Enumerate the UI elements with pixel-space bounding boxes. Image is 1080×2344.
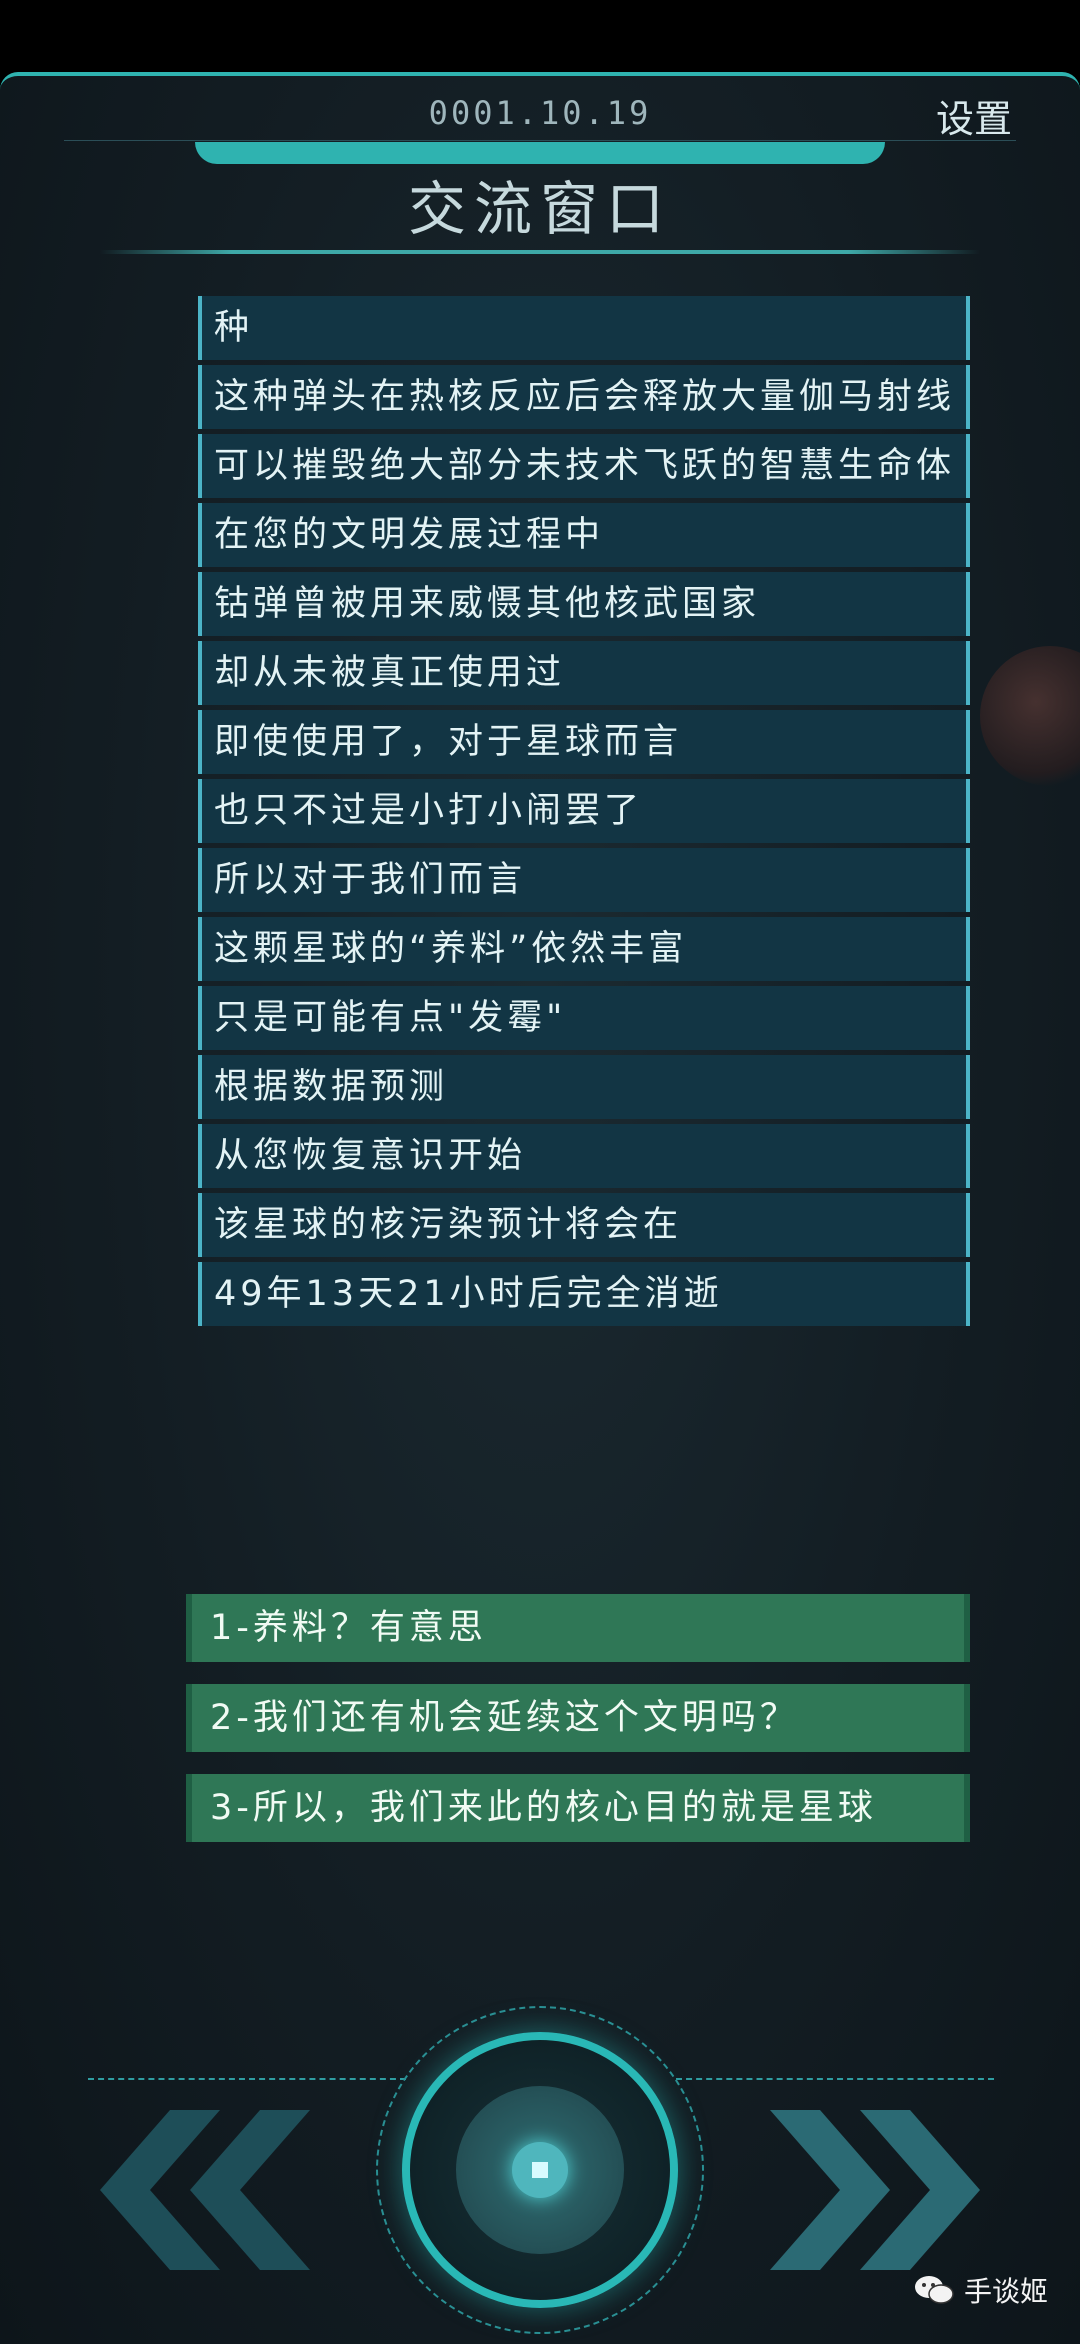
dialogue-line: 却从未被真正使用过 <box>198 641 970 705</box>
dialogue-line: 这颗星球的“养料”依然丰富 <box>198 917 970 981</box>
dialogue-line: 钴弹曾被用来威慑其他核武国家 <box>198 572 970 636</box>
dialogue-line: 可以摧毁绝大部分未技术飞跃的智慧生命体 <box>198 434 970 498</box>
double-chevron-right-icon[interactable] <box>760 2110 980 2270</box>
page-title: 交流窗口 <box>407 175 672 243</box>
title-divider <box>100 250 980 254</box>
choice-options: 1-养料？有意思 2-我们还有机会延续这个文明吗？ 3-所以，我们来此的核心目的… <box>186 1594 970 1842</box>
game-date: 0001.10.19 <box>428 94 652 132</box>
dialogue-line: 该星球的核污染预计将会在 <box>198 1193 970 1257</box>
choice-option-3[interactable]: 3-所以，我们来此的核心目的就是星球 <box>186 1774 970 1842</box>
header-divider <box>64 140 1016 141</box>
dialogue-line: 这种弹头在热核反应后会释放大量伽马射线 <box>198 365 970 429</box>
dialogue-line: 即使使用了，对于星球而言 <box>198 710 970 774</box>
watermark-text: 手谈姬 <box>964 2275 1049 2308</box>
dialogue-log[interactable]: 种 这种弹头在热核反应后会释放大量伽马射线 可以摧毁绝大部分未技术飞跃的智慧生命… <box>198 296 970 1326</box>
right-dashed-line <box>676 2078 994 2080</box>
dialogue-line: 只是可能有点"发霉" <box>198 986 970 1050</box>
left-dashed-line <box>88 2078 406 2080</box>
settings-button[interactable]: 设置 <box>936 88 1012 143</box>
dialogue-line: 种 <box>198 296 970 360</box>
dialogue-line: 所以对于我们而言 <box>198 848 970 912</box>
dialogue-line: 在您的文明发展过程中 <box>198 503 970 567</box>
choice-option-2[interactable]: 2-我们还有机会延续这个文明吗？ <box>186 1684 970 1752</box>
dialogue-line: 从您恢复意识开始 <box>198 1124 970 1188</box>
watermark: 手谈姬 <box>914 2270 1048 2310</box>
core-square-icon <box>532 2162 548 2178</box>
dialogue-line: 49年13天21小时后完全消逝 <box>198 1262 970 1326</box>
choice-option-1[interactable]: 1-养料？有意思 <box>186 1594 970 1662</box>
background-planet <box>980 646 1080 786</box>
panel-top-cap <box>195 142 885 164</box>
dialogue-line: 也只不过是小打小闹罢了 <box>198 779 970 843</box>
dialogue-line: 根据数据预测 <box>198 1055 970 1119</box>
wechat-icon <box>915 2276 954 2304</box>
double-chevron-left-icon[interactable] <box>100 2110 320 2270</box>
